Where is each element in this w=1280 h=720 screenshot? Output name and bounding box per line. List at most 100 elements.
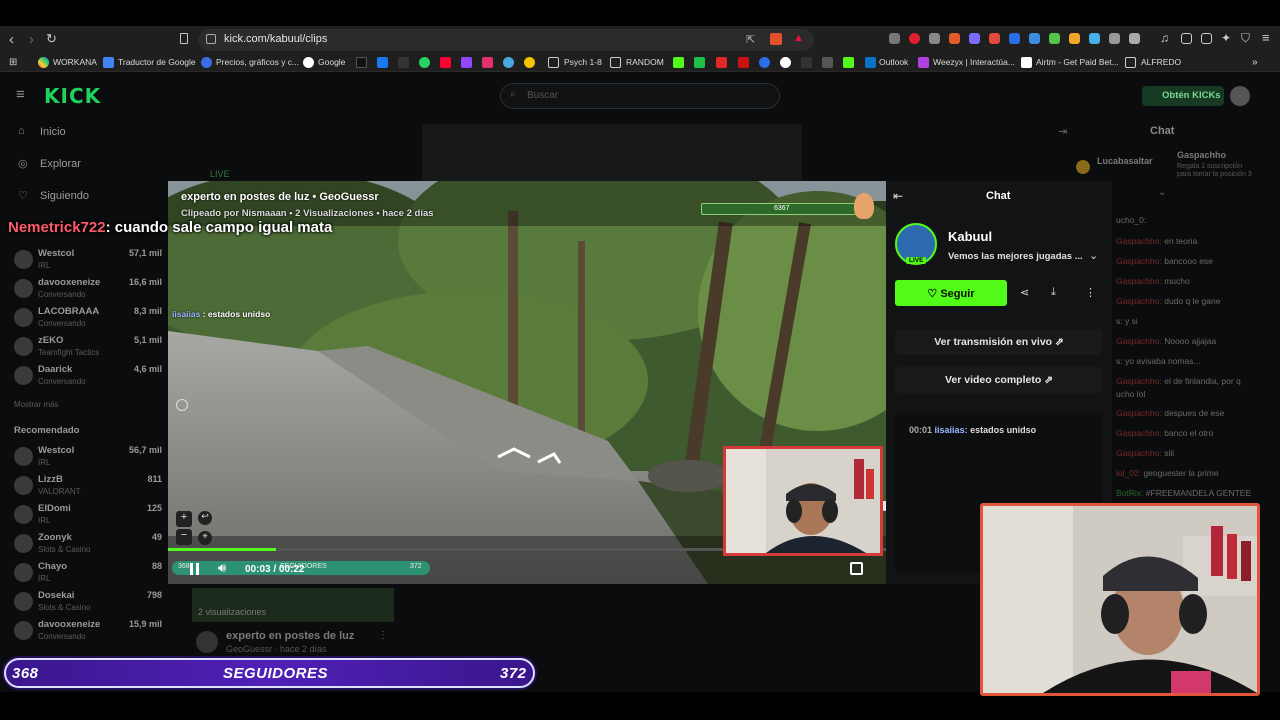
clip-card-title[interactable]: experto en postes de luz xyxy=(226,630,354,642)
menu-icon[interactable]: ≡ xyxy=(1262,30,1270,45)
nav-home[interactable]: Inicio xyxy=(40,126,66,138)
reload-icon[interactable]: ↻ xyxy=(46,31,57,47)
bookmark-page-icon[interactable] xyxy=(180,33,188,44)
twitch-icon[interactable] xyxy=(461,57,472,68)
bookmark-site-icon[interactable] xyxy=(780,57,791,68)
collapse-chat-icon[interactable]: ⇤ xyxy=(893,189,903,203)
watch-live-button[interactable]: Ver transmisión en vivo ⇗ xyxy=(895,329,1103,355)
zoom-in-icon[interactable]: + xyxy=(176,511,192,527)
kick-icon[interactable] xyxy=(673,57,684,68)
facebook-icon[interactable] xyxy=(377,57,388,68)
youtube-icon[interactable] xyxy=(440,57,451,68)
nav-explore[interactable]: Explorar xyxy=(40,158,81,170)
bookmark-weezyx[interactable]: Weezyx | Interactúa... xyxy=(933,57,1015,67)
search-input[interactable]: ⌕ Buscar xyxy=(500,83,780,109)
nav-following[interactable]: Siguiendo xyxy=(40,190,89,202)
bookmark-translate[interactable]: Traductor de Google xyxy=(118,57,196,67)
bookmark-site-icon[interactable] xyxy=(759,57,770,68)
leo-ai-icon[interactable]: ✦ xyxy=(1221,31,1231,45)
site-info-icon[interactable] xyxy=(206,34,216,44)
brave-shield-icon[interactable] xyxy=(770,33,782,45)
media-controls-icon[interactable]: ♫ xyxy=(1160,31,1169,45)
bookmark-google[interactable]: Google xyxy=(318,57,345,67)
url-bar[interactable]: kick.com/kabuul/clips ⇱ xyxy=(198,29,814,51)
fullscreen-icon[interactable] xyxy=(850,562,863,575)
wallet-icon[interactable] xyxy=(1201,33,1212,44)
chevron-down-icon[interactable]: ⌄ xyxy=(1089,249,1098,262)
channel-name[interactable]: davooxeneize xyxy=(38,619,100,630)
brave-rewards-icon[interactable]: ▲ xyxy=(793,32,804,44)
hamburger-menu-icon[interactable]: ≡ xyxy=(16,86,25,103)
chevron-down-icon[interactable]: ⌄ xyxy=(1158,187,1166,198)
bookmark-prices[interactable]: Precios, gráficos y c... xyxy=(216,57,299,67)
bookmark-site-icon[interactable] xyxy=(801,57,812,68)
collapse-chat-icon[interactable]: ⇥ xyxy=(1058,125,1067,138)
undo-move-icon[interactable]: ↩ xyxy=(198,511,212,525)
extension-icon[interactable] xyxy=(929,33,940,44)
volume-icon[interactable]: 🔊︎ xyxy=(218,560,226,576)
bookmark-site-icon[interactable] xyxy=(694,57,705,68)
back-icon[interactable]: ‹ xyxy=(9,31,14,48)
channel-name[interactable]: Zoonyk xyxy=(38,532,72,543)
extension-icon[interactable] xyxy=(1089,33,1100,44)
kick-logo[interactable]: KICK xyxy=(44,84,101,108)
map-pin-icon[interactable]: ⌖ xyxy=(198,531,212,545)
more-options-icon[interactable]: ⋮ xyxy=(378,630,388,641)
bookmark-random[interactable]: RANDOM xyxy=(626,57,664,67)
extension-icon[interactable] xyxy=(1049,33,1060,44)
instagram-icon[interactable] xyxy=(482,57,493,68)
share-icon[interactable]: ⋖ xyxy=(1020,286,1029,299)
whatsapp-icon[interactable] xyxy=(419,57,430,68)
channel-name[interactable]: Dosekai xyxy=(38,590,74,601)
channel-name[interactable]: davooxeneize xyxy=(38,277,100,288)
extension-icon[interactable] xyxy=(1029,33,1040,44)
bookmark-alfredo[interactable]: ALFREDO xyxy=(1141,57,1181,67)
bookmark-outlook[interactable]: Outlook xyxy=(879,57,908,67)
extension-icon[interactable] xyxy=(1009,33,1020,44)
extension-icon[interactable] xyxy=(989,33,1000,44)
extension-icon[interactable] xyxy=(889,33,900,44)
channel-name[interactable]: Daarick xyxy=(38,364,72,375)
bookmark-site-icon[interactable] xyxy=(524,57,535,68)
bookmark-site-icon[interactable] xyxy=(822,57,833,68)
bookmark-site-icon[interactable] xyxy=(716,57,727,68)
get-kicks-button[interactable]: Obtén KICKs xyxy=(1142,86,1224,106)
x-twitter-icon[interactable] xyxy=(398,57,409,68)
share-page-icon[interactable]: ⇱ xyxy=(746,33,755,46)
channel-name[interactable]: zEKO xyxy=(38,335,63,346)
channel-name[interactable]: LACOBRAAA xyxy=(38,306,99,317)
vpn-shield-icon[interactable]: ⛉ xyxy=(1241,31,1250,46)
show-more-link[interactable]: Mostrar más xyxy=(14,400,58,409)
extension-icon[interactable] xyxy=(969,33,980,44)
channel-name[interactable]: Chayo xyxy=(38,561,67,572)
extensions-menu-icon[interactable] xyxy=(1109,33,1120,44)
apps-grid-icon[interactable]: ⊞ xyxy=(9,57,17,68)
more-options-icon[interactable]: ⋮ xyxy=(1085,286,1096,299)
leaderboard-user[interactable]: Lucabasaltar xyxy=(1097,156,1153,166)
bookmark-airtm[interactable]: Airtm - Get Paid Bet... xyxy=(1036,57,1119,67)
extension-icon[interactable] xyxy=(1129,33,1140,44)
download-icon[interactable]: ⤓ xyxy=(1051,286,1056,299)
extension-icon[interactable] xyxy=(1069,33,1080,44)
channel-name[interactable]: Westcol xyxy=(38,248,74,259)
compass-icon[interactable] xyxy=(176,399,188,411)
leaderboard-user[interactable]: Gaspachho xyxy=(1177,150,1226,160)
kick-icon[interactable] xyxy=(843,57,854,68)
tiktok-icon[interactable] xyxy=(356,57,367,68)
sidebar-toggle-icon[interactable] xyxy=(1181,33,1192,44)
more-bookmarks-icon[interactable]: » xyxy=(1252,57,1258,68)
forward-icon[interactable]: › xyxy=(29,31,34,48)
channel-name[interactable]: Kabuul xyxy=(948,229,992,244)
bookmark-workana[interactable]: WORKANA xyxy=(53,57,97,67)
bookmark-psych[interactable]: Psych 1-8 xyxy=(564,57,602,67)
bookmark-site-icon[interactable] xyxy=(738,57,749,68)
channel-name[interactable]: ElDomi xyxy=(38,503,71,514)
channel-name[interactable]: LizzB xyxy=(38,474,63,485)
zoom-out-icon[interactable]: − xyxy=(176,529,192,545)
channel-name[interactable]: Westcol xyxy=(38,445,74,456)
extension-icon[interactable] xyxy=(909,33,920,44)
watch-full-video-button[interactable]: Ver video completo ⇗ xyxy=(895,367,1103,393)
pause-icon[interactable] xyxy=(188,562,202,576)
follow-button[interactable]: ♡ Seguir xyxy=(895,280,1007,306)
extension-icon[interactable] xyxy=(949,33,960,44)
